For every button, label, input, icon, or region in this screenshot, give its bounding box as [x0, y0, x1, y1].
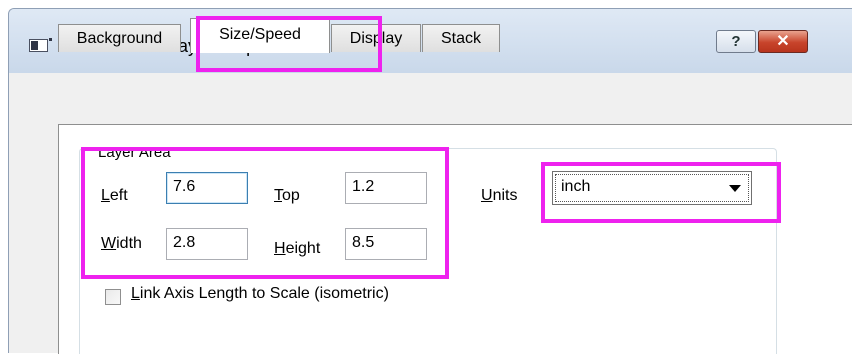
- link-axis-label-rest: ink Axis Length to Scale (isometric): [139, 285, 389, 302]
- window-icon[interactable]: [29, 38, 52, 52]
- width-label-rest: idth: [116, 235, 142, 252]
- width-input[interactable]: 2.8: [166, 228, 248, 260]
- chevron-down-icon[interactable]: [729, 185, 741, 192]
- units-label: Units: [481, 187, 517, 205]
- width-label: Width: [101, 235, 142, 253]
- height-label: Height: [274, 240, 320, 258]
- help-button[interactable]: ?: [716, 30, 756, 53]
- units-dropdown[interactable]: inch: [552, 171, 752, 205]
- tab-stack[interactable]: Stack: [422, 24, 500, 52]
- top-label-rest: op: [282, 187, 300, 204]
- link-axis-label-accel: L: [131, 285, 140, 302]
- tab-display[interactable]: Display: [331, 24, 421, 52]
- units-selected-value: inch: [561, 178, 591, 195]
- units-label-rest: nits: [492, 187, 518, 204]
- top-label-accel: T: [274, 187, 282, 204]
- left-input[interactable]: 7.6: [166, 172, 248, 204]
- tab-size-speed[interactable]: Size/Speed: [190, 18, 330, 53]
- height-label-accel: H: [274, 240, 286, 257]
- width-label-accel: W: [101, 235, 117, 252]
- height-label-rest: eight: [285, 240, 321, 257]
- left-label-rest: eft: [109, 187, 128, 204]
- top-input[interactable]: 1.2: [345, 172, 427, 204]
- tab-background[interactable]: Background: [58, 24, 181, 52]
- height-input[interactable]: 8.5: [345, 228, 427, 260]
- link-axis-label[interactable]: Link Axis Length to Scale (isometric): [131, 285, 389, 303]
- top-label: Top: [274, 187, 300, 205]
- close-icon[interactable]: ✕: [758, 30, 808, 53]
- left-label-accel: L: [101, 187, 110, 204]
- units-label-accel: U: [481, 187, 493, 204]
- left-label: Left: [101, 187, 128, 205]
- layer-area-label: Layer Area: [96, 144, 173, 162]
- link-axis-checkbox[interactable]: [105, 289, 121, 305]
